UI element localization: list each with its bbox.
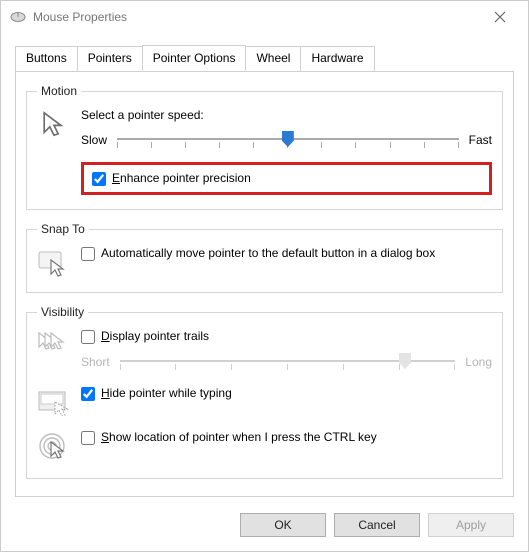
long-label: Long xyxy=(465,355,492,369)
ctrl-locate-label: Show location of pointer when I press th… xyxy=(101,430,377,444)
tab-hardware[interactable]: Hardware xyxy=(300,46,374,72)
group-motion: Motion Select a pointer speed: Slow Fas xyxy=(26,84,503,210)
tab-pointer-options[interactable]: Pointer Options xyxy=(142,45,247,71)
tab-buttons[interactable]: Buttons xyxy=(15,46,78,72)
group-motion-legend: Motion xyxy=(37,84,81,98)
tabs: Buttons Pointers Pointer Options Wheel H… xyxy=(1,45,528,71)
pointer-speed-label: Select a pointer speed: xyxy=(81,108,492,122)
slow-label: Slow xyxy=(81,133,107,147)
hide-pointer-label: Hide pointer while typing xyxy=(101,386,232,400)
mouse-properties-window: Mouse Properties Buttons Pointers Pointe… xyxy=(0,0,529,552)
group-visibility-legend: Visibility xyxy=(37,305,88,319)
close-button[interactable] xyxy=(480,2,520,32)
cancel-button[interactable]: Cancel xyxy=(334,513,420,537)
snap-to-checkbox[interactable]: Automatically move pointer to the defaul… xyxy=(81,246,492,261)
tab-panel: Motion Select a pointer speed: Slow Fas xyxy=(15,71,514,497)
group-visibility: Visibility Display pointer trails xyxy=(26,305,503,479)
enhance-precision-highlight: Enhance pointer precision xyxy=(81,162,492,195)
mouse-icon xyxy=(9,10,27,24)
group-snap-to-legend: Snap To xyxy=(37,222,89,236)
tab-pointers[interactable]: Pointers xyxy=(77,46,143,72)
hide-pointer-checkbox[interactable]: Hide pointer while typing xyxy=(81,386,492,401)
pointer-speed-slider[interactable] xyxy=(117,130,459,150)
enhance-precision-checkbox[interactable]: Enhance pointer precision xyxy=(92,171,481,186)
pointer-trails-icon xyxy=(37,329,71,359)
trails-length-slider xyxy=(120,352,456,372)
short-label: Short xyxy=(81,355,110,369)
window-title: Mouse Properties xyxy=(33,10,127,24)
hide-pointer-icon xyxy=(37,386,71,416)
titlebar: Mouse Properties xyxy=(1,1,528,33)
ctrl-locate-icon xyxy=(37,430,71,464)
enhance-precision-label: Enhance pointer precision xyxy=(112,171,251,185)
apply-button: Apply xyxy=(428,513,514,537)
ok-button[interactable]: OK xyxy=(240,513,326,537)
cursor-icon xyxy=(37,108,71,138)
display-trails-checkbox[interactable]: Display pointer trails xyxy=(81,329,492,344)
dialog-buttons: OK Cancel Apply xyxy=(1,507,528,551)
snap-to-label: Automatically move pointer to the defaul… xyxy=(101,246,435,260)
display-trails-label: Display pointer trails xyxy=(101,329,209,343)
ctrl-locate-checkbox[interactable]: Show location of pointer when I press th… xyxy=(81,430,492,445)
fast-label: Fast xyxy=(469,133,492,147)
snap-to-icon xyxy=(37,246,71,278)
tab-wheel[interactable]: Wheel xyxy=(245,46,301,72)
group-snap-to: Snap To Automatically move pointer to th… xyxy=(26,222,503,293)
